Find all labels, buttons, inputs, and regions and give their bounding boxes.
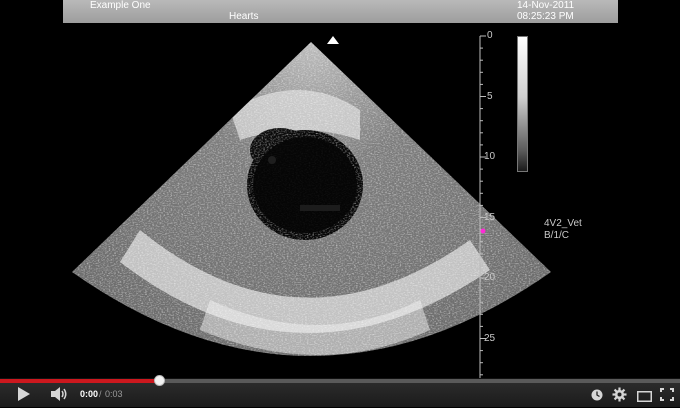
focus-marker	[480, 228, 486, 234]
clock-icon[interactable]	[591, 388, 603, 401]
study-time: 08:25:23 PM	[517, 11, 574, 22]
depth-tick-label: 5	[487, 90, 493, 102]
progress-played	[0, 379, 160, 383]
study-subject: Hearts	[229, 11, 259, 22]
fullscreen-icon[interactable]	[660, 388, 674, 401]
volume-icon[interactable]	[50, 386, 68, 402]
duration: 0:03	[105, 389, 123, 399]
depth-tick-label: 20	[484, 272, 496, 283]
scrubber-handle[interactable]	[153, 375, 165, 386]
probe-name: 4V2_Vet	[544, 218, 582, 229]
ultrasound-sector	[72, 35, 551, 378]
miniplayer-icon[interactable]	[637, 389, 652, 402]
play-icon[interactable]	[14, 385, 32, 403]
depth-tick-label: 10	[484, 151, 496, 162]
study-name: Example One	[90, 0, 151, 11]
grayscale-bar	[517, 36, 528, 172]
time-separator: /	[99, 389, 102, 399]
video-frame[interactable]: Example One Hearts 14-Nov-2011 08:25:23 …	[0, 0, 680, 378]
current-time: 0:00	[80, 389, 99, 399]
study-header: Example One Hearts 14-Nov-2011 08:25:23 …	[63, 0, 618, 23]
progress-bar[interactable]	[0, 375, 680, 386]
probe-mode: B/1/C	[544, 230, 570, 241]
depth-tick-label: 0	[487, 30, 493, 41]
gear-icon[interactable]	[612, 387, 627, 402]
depth-tick-label: 25	[484, 332, 496, 344]
depth-tick-label: 15	[484, 211, 496, 223]
study-date: 14-Nov-2011	[517, 0, 575, 11]
